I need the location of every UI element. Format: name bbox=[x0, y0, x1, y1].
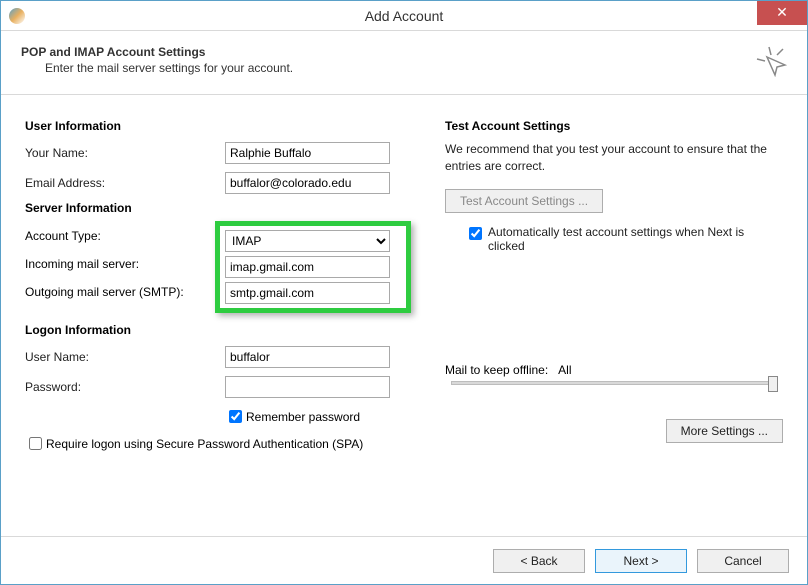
your-name-label: Your Name: bbox=[25, 146, 225, 160]
outgoing-label: Outgoing mail server (SMTP): bbox=[25, 279, 225, 307]
email-label: Email Address: bbox=[25, 176, 225, 190]
logon-info-title: Logon Information bbox=[25, 323, 425, 337]
mail-keep-value: All bbox=[558, 363, 571, 377]
test-settings-text: We recommend that you test your account … bbox=[445, 141, 783, 175]
cursor-icon bbox=[755, 45, 787, 80]
next-button[interactable]: Next > bbox=[595, 549, 687, 573]
close-icon: ✕ bbox=[776, 4, 788, 20]
wizard-header: POP and IMAP Account Settings Enter the … bbox=[1, 31, 807, 95]
left-column: User Information Your Name: Email Addres… bbox=[25, 113, 425, 453]
password-label: Password: bbox=[25, 380, 225, 394]
account-type-label: Account Type: bbox=[25, 223, 225, 251]
auto-test-label: Automatically test account settings when… bbox=[488, 225, 783, 253]
spa-label: Require logon using Secure Password Auth… bbox=[46, 437, 363, 451]
incoming-label: Incoming mail server: bbox=[25, 251, 225, 279]
slider-thumb[interactable] bbox=[768, 376, 778, 392]
header-subtitle: Enter the mail server settings for your … bbox=[45, 61, 293, 75]
back-button[interactable]: < Back bbox=[493, 549, 585, 573]
more-settings-button[interactable]: More Settings ... bbox=[666, 419, 783, 443]
outgoing-server-input[interactable] bbox=[225, 282, 390, 304]
remember-password-checkbox[interactable] bbox=[229, 410, 242, 423]
mail-keep-slider[interactable] bbox=[451, 381, 777, 385]
test-settings-title: Test Account Settings bbox=[445, 119, 783, 133]
add-account-window: Add Account ✕ POP and IMAP Account Setti… bbox=[0, 0, 808, 585]
test-account-button[interactable]: Test Account Settings ... bbox=[445, 189, 603, 213]
right-column: Test Account Settings We recommend that … bbox=[425, 113, 783, 453]
wizard-footer: < Back Next > Cancel bbox=[1, 536, 807, 584]
username-input[interactable] bbox=[225, 346, 390, 368]
remember-password-label: Remember password bbox=[246, 410, 360, 424]
server-highlight: IMAP bbox=[215, 221, 411, 313]
user-info-title: User Information bbox=[25, 119, 425, 133]
cancel-button[interactable]: Cancel bbox=[697, 549, 789, 573]
username-label: User Name: bbox=[25, 350, 225, 364]
header-title: POP and IMAP Account Settings bbox=[21, 45, 293, 59]
window-title: Add Account bbox=[1, 8, 807, 24]
titlebar: Add Account ✕ bbox=[1, 1, 807, 31]
auto-test-checkbox[interactable] bbox=[469, 227, 482, 240]
incoming-server-input[interactable] bbox=[225, 256, 390, 278]
server-info-title: Server Information bbox=[25, 201, 425, 215]
your-name-input[interactable] bbox=[225, 142, 390, 164]
close-button[interactable]: ✕ bbox=[757, 1, 807, 25]
email-input[interactable] bbox=[225, 172, 390, 194]
wizard-body: User Information Your Name: Email Addres… bbox=[1, 95, 807, 453]
account-type-select[interactable]: IMAP bbox=[225, 230, 390, 252]
spa-checkbox[interactable] bbox=[29, 437, 42, 450]
password-input[interactable] bbox=[225, 376, 390, 398]
mail-keep-label: Mail to keep offline: bbox=[445, 363, 548, 377]
